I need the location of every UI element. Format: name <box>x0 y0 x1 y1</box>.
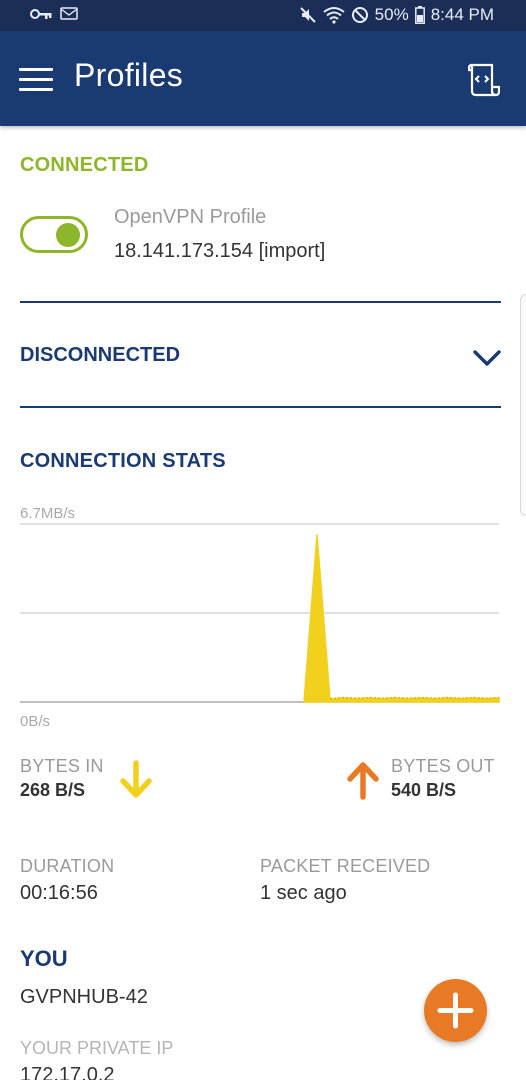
y-axis-min-label: 0B/s <box>20 713 50 730</box>
arrow-down-icon <box>120 760 152 798</box>
bytes-out-value: 540 B/S <box>391 780 457 800</box>
no-sim-icon <box>351 7 368 23</box>
duration-label: DURATION <box>20 856 115 876</box>
packet-received-label: PACKET RECEIVED <box>260 856 431 876</box>
wifi-icon <box>323 7 345 24</box>
vpn-key-icon <box>30 8 52 19</box>
toggle-knob <box>56 223 80 247</box>
bytes-in-label: BYTES IN <box>20 756 104 776</box>
bytes-in-value: 268 B/S <box>20 780 86 800</box>
connected-section-label: CONNECTED <box>20 154 149 176</box>
menu-icon[interactable] <box>19 68 53 92</box>
divider <box>20 406 501 408</box>
chart-labels: 6.7MB/s 0B/s <box>20 505 75 730</box>
profile-name: OpenVPN Profile <box>114 206 267 228</box>
disconnected-section-label: DISCONNECTED <box>20 344 181 366</box>
connection-stats-label: CONNECTION STATS <box>20 450 226 472</box>
page-title: Profiles <box>74 57 184 93</box>
divider <box>20 301 501 303</box>
log-file-icon[interactable] <box>468 61 500 97</box>
arrow-up-icon <box>347 762 379 800</box>
battery-icon <box>414 6 425 24</box>
private-ip-label: YOUR PRIVATE IP <box>20 1038 174 1058</box>
edge-panel-handle[interactable] <box>520 294 526 516</box>
bytes-out-label: BYTES OUT <box>391 756 495 776</box>
vpn-connection-toggle[interactable] <box>20 216 88 253</box>
chevron-down-icon <box>473 350 501 366</box>
mute-icon <box>299 7 316 23</box>
traffic-chart: 6.7MB/s 0B/s <box>20 505 500 730</box>
device-hostname: GVPNHUB-42 <box>20 986 148 1008</box>
disconnected-section-toggle[interactable]: DISCONNECTED <box>0 304 526 408</box>
plus-icon <box>437 992 474 1029</box>
add-profile-button[interactable] <box>424 979 487 1042</box>
status-bar: 50% 8:44 PM <box>0 0 526 31</box>
y-axis-max-label: 6.7MB/s <box>20 505 75 522</box>
chart-grid <box>20 523 499 703</box>
duration-value: 00:16:56 <box>20 882 98 904</box>
app-bar: Profiles <box>0 31 526 126</box>
packet-received-value: 1 sec ago <box>260 882 347 904</box>
you-section-label: YOU <box>20 946 68 971</box>
email-icon <box>60 7 78 20</box>
private-ip-value: 172.17.0.2 <box>20 1064 115 1080</box>
chart-area <box>303 534 500 703</box>
battery-percent: 50% <box>374 5 409 24</box>
profile-server-address: 18.141.173.154 [import] <box>114 240 326 262</box>
clock: 8:44 PM <box>430 5 494 24</box>
bytes-in-series-area <box>303 534 500 703</box>
